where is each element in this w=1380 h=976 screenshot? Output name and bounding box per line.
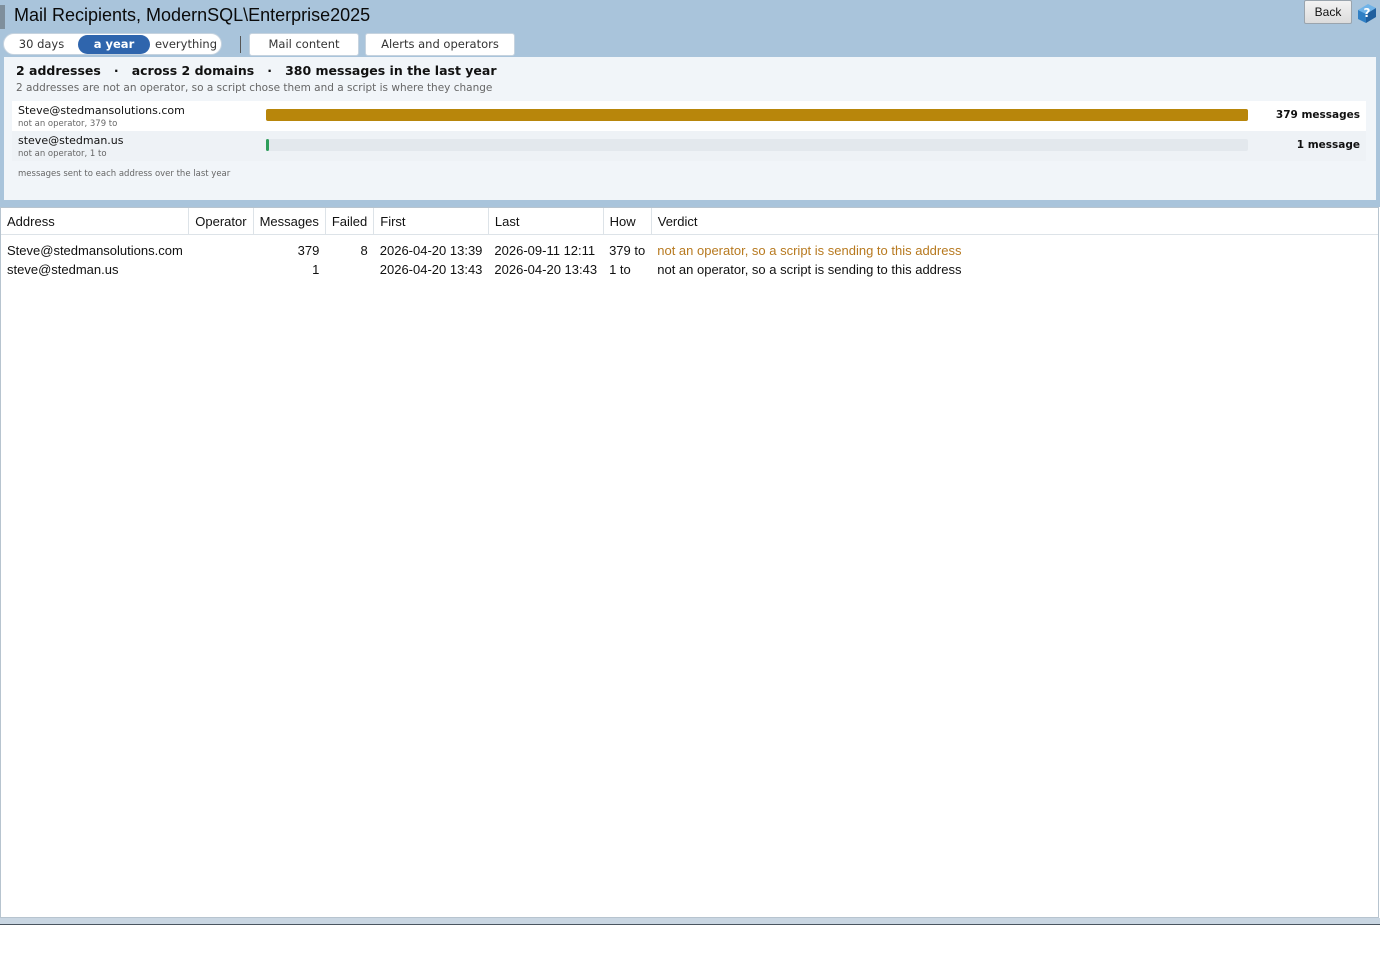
- range-everything[interactable]: everything: [152, 35, 220, 54]
- cell-verdict: not an operator, so a script is sending …: [657, 262, 962, 277]
- summary-headline: 2 addresses · across 2 domains · 380 mes…: [16, 63, 497, 78]
- cell-messages: 1: [312, 262, 320, 277]
- bottom-border: [0, 924, 1380, 925]
- summary-domains: across 2 domains: [131, 63, 255, 78]
- cell-first: 2026-04-20 13:43: [379, 262, 483, 277]
- cell-last: 2026-09-11 12:11: [494, 243, 596, 258]
- summary-separator: ·: [113, 63, 119, 78]
- table-row[interactable]: Steve@stedmansolutions.com 379 8 2026-04…: [1, 235, 1378, 261]
- column-header-operator[interactable]: Operator: [188, 208, 254, 235]
- cell-failed: [325, 260, 373, 279]
- summary-messages: 380 messages in the last year: [285, 63, 497, 78]
- recipients-grid[interactable]: Address Operator Messages Failed First L…: [0, 207, 1379, 918]
- cell-operator: [189, 260, 253, 279]
- cell-messages: 379: [297, 243, 320, 258]
- bar-count: 1 message: [1296, 139, 1360, 151]
- cell-failed: 8: [360, 243, 368, 258]
- bar-fill: [266, 109, 1248, 121]
- recipient-bar-row: Steve@stedmansolutions.com not an operat…: [12, 101, 1366, 131]
- tab-mail-content[interactable]: Mail content: [249, 33, 359, 56]
- summary-addresses: 2 addresses: [16, 63, 101, 78]
- recipient-bar-row: steve@stedman.us not an operator, 1 to 1…: [12, 131, 1366, 161]
- summary-separator: ·: [267, 63, 273, 78]
- back-button[interactable]: Back: [1304, 0, 1352, 24]
- bar-footnote: messages sent to each address over the l…: [18, 169, 231, 179]
- column-header-messages[interactable]: Messages: [253, 208, 326, 235]
- cell-how: 379 to: [609, 243, 646, 258]
- summary-subtitle: 2 addresses are not an operator, so a sc…: [16, 82, 493, 94]
- title-accent: [0, 5, 5, 29]
- bar-track: [266, 109, 1248, 121]
- column-header-address[interactable]: Address: [1, 208, 190, 235]
- column-header-failed[interactable]: Failed: [325, 208, 375, 235]
- cell-address: steve@stedman.us: [7, 262, 119, 277]
- grid-header-row: Address Operator Messages Failed First L…: [1, 208, 1378, 235]
- column-header-first[interactable]: First: [373, 208, 489, 235]
- tab-alerts-and-operators[interactable]: Alerts and operators: [365, 33, 515, 56]
- page-title: Mail Recipients, ModernSQL\Enterprise202…: [14, 5, 371, 25]
- cell-operator: [189, 235, 253, 261]
- bar-note: not an operator, 379 to: [18, 119, 118, 129]
- header-bar: Mail Recipients, ModernSQL\Enterprise202…: [0, 0, 1380, 207]
- cell-verdict: not an operator, so a script is sending …: [657, 243, 962, 258]
- bar-note: not an operator, 1 to: [18, 149, 107, 159]
- summary-panel: 2 addresses · across 2 domains · 380 mes…: [4, 57, 1376, 200]
- range-30-days[interactable]: 30 days: [10, 35, 73, 54]
- svg-text:?: ?: [1364, 6, 1371, 20]
- recipients-table: Address Operator Messages Failed First L…: [1, 208, 1378, 279]
- cell-address: Steve@stedmansolutions.com: [7, 243, 183, 258]
- cell-how: 1 to: [609, 262, 631, 277]
- bar-track: [266, 139, 1248, 151]
- time-range-selector: 30 days a year everything: [3, 33, 222, 55]
- table-row[interactable]: steve@stedman.us 1 2026-04-20 13:43 2026…: [1, 260, 1378, 279]
- bar-count: 379 messages: [1275, 109, 1360, 121]
- help-question-icon[interactable]: ?: [1356, 2, 1378, 24]
- range-a-year[interactable]: a year: [78, 35, 150, 54]
- cell-first: 2026-04-20 13:39: [379, 243, 483, 258]
- bar-address: steve@stedman.us: [18, 134, 124, 147]
- column-header-verdict[interactable]: Verdict: [651, 208, 1378, 235]
- column-header-how[interactable]: How: [603, 208, 652, 235]
- bar-fill: [266, 139, 269, 151]
- bar-address: Steve@stedmansolutions.com: [18, 104, 185, 117]
- toolbar-divider: [240, 36, 241, 53]
- column-header-last[interactable]: Last: [488, 208, 604, 235]
- cell-last: 2026-04-20 13:43: [494, 262, 598, 277]
